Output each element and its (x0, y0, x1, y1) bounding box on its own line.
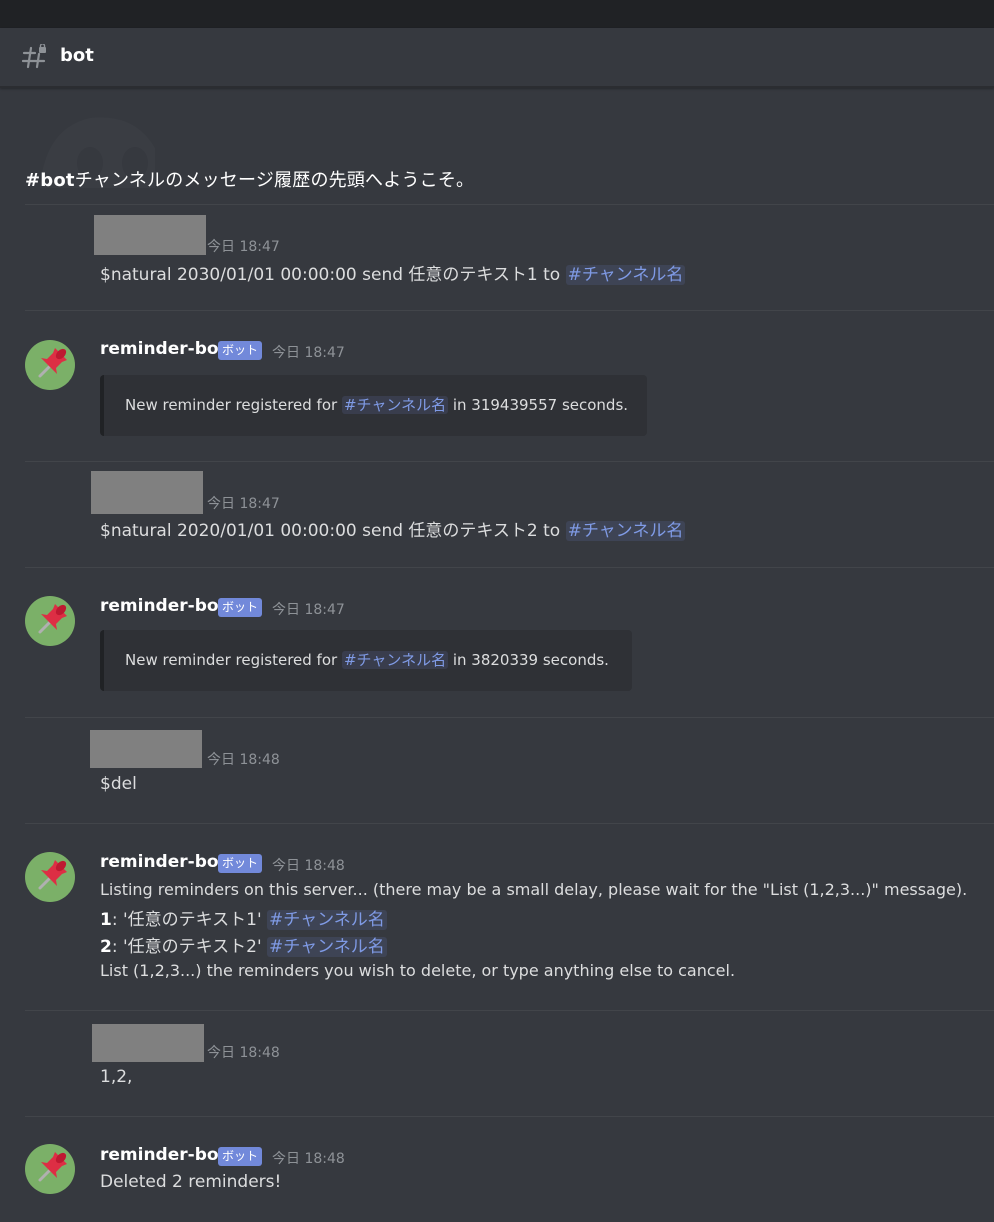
redacted-username (94, 215, 206, 255)
bot-username[interactable]: reminder-bot (100, 596, 227, 616)
bot-avatar[interactable] (25, 1144, 75, 1194)
bot-badge: ボット (218, 1147, 263, 1166)
channel-mention[interactable]: #チャンネル名 (565, 265, 686, 285)
bot-username[interactable]: reminder-bot (100, 1145, 227, 1165)
channel-mention[interactable]: #チャンネル名 (267, 910, 387, 930)
embed-pre: New reminder registered for (125, 651, 342, 669)
timestamp: 今日 18:47 (272, 602, 345, 618)
embed: New reminder registered for #チャンネル名 in 3… (100, 630, 632, 691)
timestamp: 今日 18:48 (272, 858, 345, 874)
redacted-username (91, 471, 203, 514)
embed-pre: New reminder registered for (125, 396, 342, 414)
bot-username[interactable]: reminder-bot (100, 852, 227, 872)
timestamp: 今日 18:47 (207, 496, 280, 512)
embed: New reminder registered for #チャンネル名 in 3… (100, 375, 647, 436)
timestamp: 今日 18:48 (207, 1045, 280, 1061)
message-divider (25, 1010, 994, 1011)
pushpin-avatar-icon (38, 1152, 67, 1182)
item-number: 1 (100, 910, 112, 930)
timestamp: 今日 18:47 (272, 345, 345, 361)
item-number: 2 (100, 937, 112, 957)
pushpin-avatar-icon (38, 860, 67, 890)
message-text: $del (100, 774, 137, 794)
message-text: $natural 2020/01/01 00:00:00 send 任意のテキス… (100, 516, 686, 541)
message-text: 1,2, (100, 1067, 133, 1087)
message-text: Listing reminders on this server... (the… (100, 880, 968, 899)
embed-text: New reminder registered for #チャンネル名 in 3… (125, 649, 609, 670)
item-text: : '任意のテキスト1' (111, 910, 268, 930)
message-divider (25, 567, 994, 568)
redacted-username (90, 730, 202, 768)
bot-badge: ボット (218, 341, 263, 360)
message-divider (25, 204, 994, 205)
bot-avatar[interactable] (25, 852, 75, 902)
message-content: $natural 2020/01/01 00:00:00 send 任意のテキス… (100, 521, 566, 541)
message-text: Deleted 2 reminders! (100, 1172, 282, 1192)
channel-header: bot (0, 28, 994, 88)
message-text: List (1,2,3...) the reminders you wish t… (100, 961, 736, 980)
message-text: $natural 2030/01/01 00:00:00 send 任意のテキス… (100, 260, 686, 285)
message-content: $natural 2030/01/01 00:00:00 send 任意のテキス… (100, 265, 566, 285)
message-divider (25, 1116, 994, 1117)
pushpin-avatar-icon (38, 604, 67, 634)
reminder-list-item: 2: '任意のテキスト2' #チャンネル名 (100, 932, 387, 957)
message-divider (25, 310, 994, 311)
message-divider (25, 823, 994, 824)
welcome-channel: #bot (25, 170, 75, 191)
window-title-bar (0, 0, 994, 28)
timestamp: 今日 18:48 (207, 752, 280, 768)
pushpin-avatar-icon (38, 348, 67, 378)
bot-avatar[interactable] (25, 340, 75, 390)
bot-badge: ボット (218, 854, 263, 873)
channel-name: bot (60, 45, 94, 66)
bot-username[interactable]: reminder-bot (100, 339, 227, 359)
timestamp: 今日 18:48 (272, 1151, 345, 1167)
channel-hash-icon (21, 43, 48, 70)
message-divider (25, 461, 994, 462)
timestamp: 今日 18:47 (207, 239, 280, 255)
embed-post: in 3820339 seconds. (448, 651, 609, 669)
bot-avatar[interactable] (25, 596, 75, 646)
redacted-username (92, 1024, 204, 1062)
channel-mention[interactable]: #チャンネル名 (341, 651, 449, 669)
reminder-list-item: 1: '任意のテキスト1' #チャンネル名 (100, 905, 387, 930)
welcome-text: チャンネルのメッセージ履歴の先頭へようこそ。 (74, 170, 475, 191)
channel-mention[interactable]: #チャンネル名 (565, 521, 686, 541)
channel-mention[interactable]: #チャンネル名 (267, 937, 387, 957)
channel-mention[interactable]: #チャンネル名 (341, 396, 449, 414)
embed-post: in 319439557 seconds. (448, 396, 629, 414)
message-divider (25, 717, 994, 718)
item-text: : '任意のテキスト2' (111, 937, 268, 957)
embed-text: New reminder registered for #チャンネル名 in 3… (125, 394, 628, 415)
welcome-message: #botチャンネルのメッセージ履歴の先頭へようこそ。 (25, 166, 474, 192)
bot-badge: ボット (218, 598, 263, 617)
